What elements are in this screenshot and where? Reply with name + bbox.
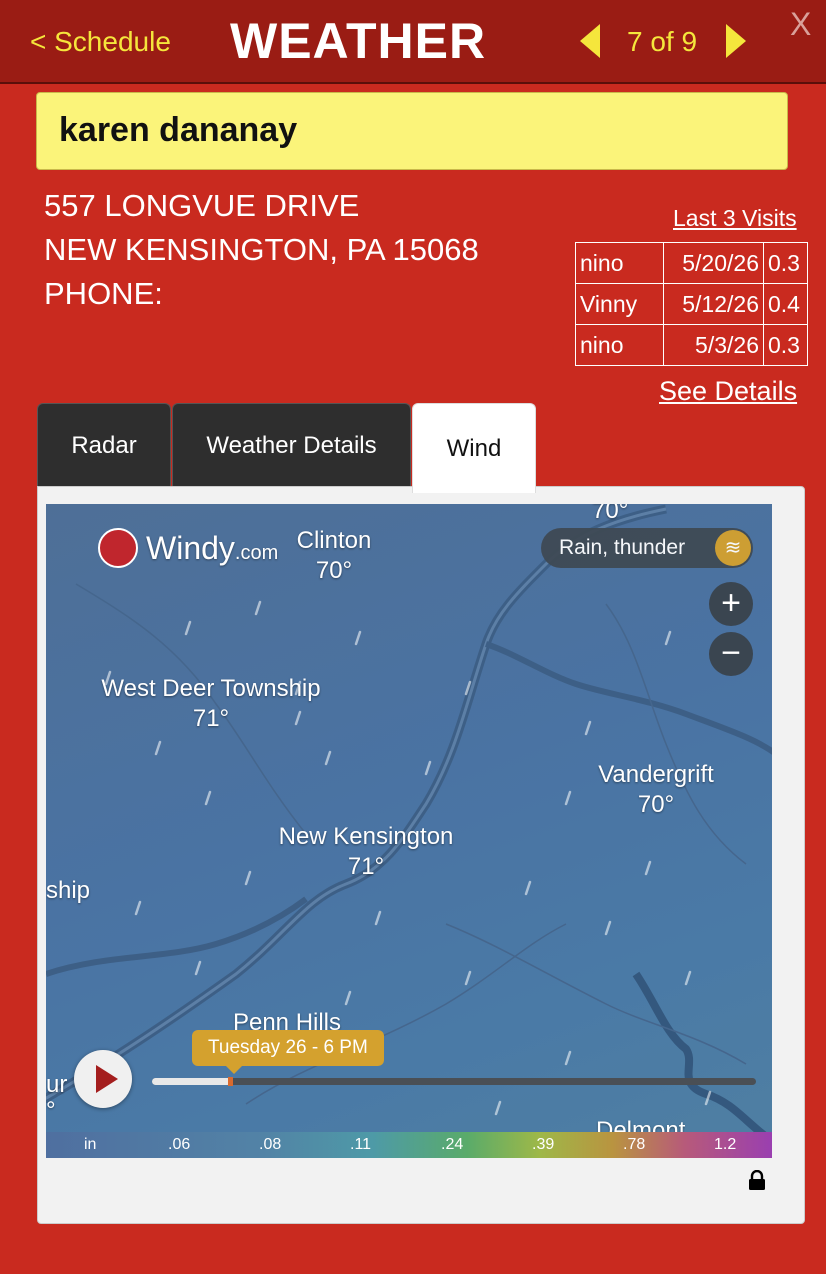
legend-tick: .24 xyxy=(441,1136,464,1153)
next-arrow-icon[interactable] xyxy=(726,24,746,58)
visit-value: 0.3 xyxy=(763,324,808,366)
page-title: WEATHER xyxy=(230,13,487,69)
legend-tick: .06 xyxy=(168,1136,191,1153)
legend-tick: 1.2 xyxy=(714,1136,737,1153)
city-temp: 70° xyxy=(315,557,353,584)
visit-date: 5/3/26 xyxy=(663,324,764,366)
legend-tick: .11 xyxy=(350,1136,372,1153)
city-temp: 70° xyxy=(637,791,675,818)
pager-count: 7 of 9 xyxy=(627,26,698,57)
legend-tick: .08 xyxy=(259,1136,282,1153)
timeline-progress xyxy=(152,1078,231,1085)
tab-wind[interactable]: Wind xyxy=(412,403,536,493)
city-clinton: Clinton 70° xyxy=(278,526,390,586)
timeline-slider[interactable] xyxy=(152,1077,756,1086)
edge-temp-top: 70° xyxy=(592,504,629,524)
table-row: Vinny 5/12/26 0.4 xyxy=(575,283,808,325)
visit-value: 0.4 xyxy=(763,283,808,325)
windy-map[interactable]: Windy.com 70° Clinton 70° West Deer Town… xyxy=(46,504,772,1158)
visit-date: 5/12/26 xyxy=(663,283,764,325)
play-icon xyxy=(96,1065,118,1093)
city-west-deer-township: West Deer Township 71° xyxy=(76,674,346,734)
city-name: Vandergrift xyxy=(598,761,714,788)
edge-label-left-3: ° xyxy=(46,1097,56,1124)
city-temp: 71° xyxy=(347,853,385,880)
tab-radar[interactable]: Radar xyxy=(37,403,171,487)
top-bar: < Schedule WEATHER 7 of 9 X xyxy=(0,0,826,84)
visits-table: nino 5/20/26 0.3 Vinny 5/12/26 0.4 nino … xyxy=(575,242,808,366)
windy-logo: Windy.com xyxy=(98,526,278,570)
layer-label: Rain, thunder xyxy=(559,536,686,559)
city-new-kensington: New Kensington 71° xyxy=(256,822,476,882)
city-name: West Deer Township xyxy=(101,675,321,702)
phone-label: PHONE: xyxy=(44,276,163,311)
close-button[interactable]: X xyxy=(790,6,811,43)
last-visits-link[interactable]: Last 3 Visits xyxy=(673,205,797,232)
legend-unit: in xyxy=(84,1136,97,1153)
visit-value: 0.3 xyxy=(763,242,808,284)
wind-icon: ≋ xyxy=(715,530,751,566)
play-button[interactable] xyxy=(74,1050,132,1108)
city-name: New Kensington xyxy=(278,823,454,850)
table-row: nino 5/3/26 0.3 xyxy=(575,324,808,366)
table-row: nino 5/20/26 0.3 xyxy=(575,242,808,284)
address-line-1: 557 LONGVUE DRIVE xyxy=(44,188,360,223)
see-details-link[interactable]: See Details xyxy=(659,376,797,407)
tab-weather-details[interactable]: Weather Details xyxy=(172,403,411,487)
timeline-time-label: Tuesday 26 - 6 PM xyxy=(192,1030,384,1074)
city-vandergrift: Vandergrift 70° xyxy=(576,760,736,820)
zoom-in-button[interactable]: + xyxy=(709,582,753,626)
legend-tick: .39 xyxy=(532,1136,555,1153)
edge-label-left: ship xyxy=(46,877,91,904)
address-line-2: NEW KENSINGTON, PA 15068 xyxy=(44,232,479,267)
previous-arrow-icon[interactable] xyxy=(580,24,600,58)
city-temp: 71° xyxy=(192,705,230,732)
layer-selector[interactable]: Rain, thunder ≋ xyxy=(541,528,753,568)
windy-logo-icon xyxy=(98,528,138,568)
logo-name: Windy xyxy=(146,529,235,566)
legend-tick: .78 xyxy=(623,1136,646,1153)
customer-name: karen dananay xyxy=(59,111,298,149)
back-to-schedule-link[interactable]: < Schedule xyxy=(30,26,171,58)
timeline-handle[interactable] xyxy=(227,1077,233,1086)
visit-tech: Vinny xyxy=(575,283,664,325)
visit-tech: nino xyxy=(575,324,664,366)
visit-date: 5/20/26 xyxy=(663,242,764,284)
lock-icon[interactable] xyxy=(748,1170,766,1190)
visit-tech: nino xyxy=(575,242,664,284)
city-name: Clinton xyxy=(296,527,372,554)
precipitation-legend: in .06 .08 .11 .24 .39 .78 1.2 xyxy=(46,1132,772,1158)
zoom-out-button[interactable]: − xyxy=(709,632,753,676)
edge-label-bottom: Delmont xyxy=(596,1117,686,1132)
customer-name-box: karen dananay xyxy=(36,92,788,170)
logo-suffix: .com xyxy=(234,541,279,564)
